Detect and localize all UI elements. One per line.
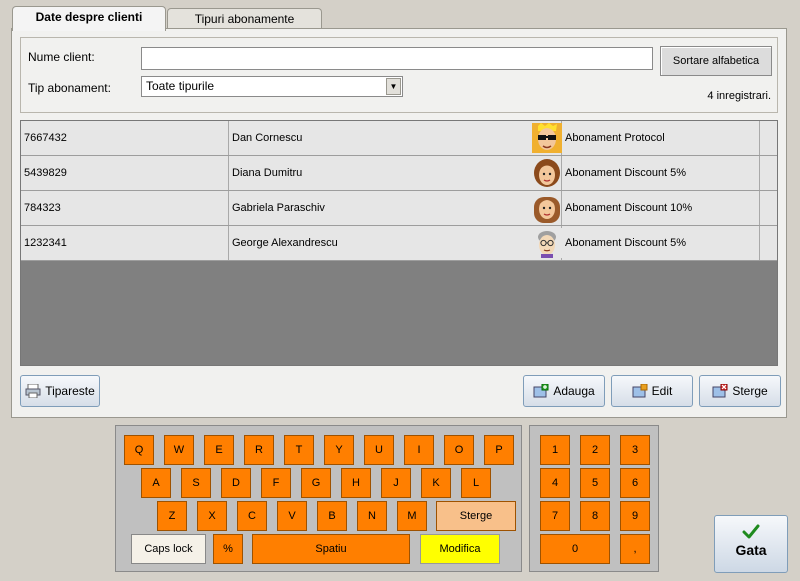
backspace-key[interactable]: Sterge: [436, 501, 516, 531]
client-id: 784323: [21, 191, 229, 225]
key-percent[interactable]: %: [213, 534, 243, 564]
key-k[interactable]: K: [421, 468, 451, 498]
key-j[interactable]: J: [381, 468, 411, 498]
key-6[interactable]: 6: [620, 468, 650, 498]
table-row[interactable]: 7667432 Dan Cornescu Abonament Protocol: [21, 121, 777, 156]
edit-record-icon: [632, 384, 648, 398]
edit-button-label: Edit: [651, 384, 673, 398]
avatar-woman-icon: [534, 159, 560, 187]
delete-button[interactable]: Sterge: [699, 375, 781, 407]
key-q[interactable]: Q: [124, 435, 154, 465]
table-cell-extra: [760, 191, 777, 225]
key-c[interactable]: C: [237, 501, 267, 531]
printer-icon: [25, 384, 41, 398]
tab-subscription-types[interactable]: Tipuri abonamente: [167, 8, 322, 30]
key-0[interactable]: 0: [540, 534, 610, 564]
key-h[interactable]: H: [341, 468, 371, 498]
caps-lock-key[interactable]: Caps lock: [131, 534, 206, 564]
client-panel: Nume client: Tip abonament: Toate tipuri…: [11, 28, 787, 418]
on-screen-keyboard: Q W E R T Y U I O P A S D F G H J K L Z …: [115, 425, 522, 572]
done-button[interactable]: Gata: [714, 515, 788, 573]
table-cell-extra: [760, 156, 777, 190]
key-g[interactable]: G: [301, 468, 331, 498]
client-name-input[interactable]: [141, 47, 653, 70]
avatar-sunglasses-icon: [532, 123, 562, 153]
key-e[interactable]: E: [204, 435, 234, 465]
key-o[interactable]: O: [444, 435, 474, 465]
key-9[interactable]: 9: [620, 501, 650, 531]
delete-record-icon: [712, 384, 728, 398]
key-s[interactable]: S: [181, 468, 211, 498]
key-b[interactable]: B: [317, 501, 347, 531]
delete-button-label: Sterge: [732, 384, 768, 398]
modify-key[interactable]: Modifica: [420, 534, 500, 564]
key-z[interactable]: Z: [157, 501, 187, 531]
key-x[interactable]: X: [197, 501, 227, 531]
key-l[interactable]: L: [461, 468, 491, 498]
avatar-elderly-man-icon: [532, 228, 562, 258]
avatar-woman-long-hair-icon: [534, 197, 560, 223]
key-u[interactable]: U: [364, 435, 394, 465]
client-subscription: Abonament Discount 5%: [562, 226, 760, 260]
client-subscription: Abonament Protocol: [562, 121, 760, 155]
add-button[interactable]: Adauga: [523, 375, 605, 407]
edit-button[interactable]: Edit: [611, 375, 693, 407]
key-3[interactable]: 3: [620, 435, 650, 465]
numeric-keypad: 1 2 3 4 5 6 7 8 9 0 ,: [529, 425, 659, 572]
key-5[interactable]: 5: [580, 468, 610, 498]
key-7[interactable]: 7: [540, 501, 570, 531]
chevron-down-icon[interactable]: ▼: [386, 78, 401, 95]
subscription-type-select[interactable]: Toate tipurile ▼: [141, 76, 403, 97]
key-p[interactable]: P: [484, 435, 514, 465]
table-row[interactable]: 784323 Gabriela Paraschiv Abonament Disc…: [21, 191, 777, 226]
client-name: Diana Dumitru: [229, 156, 562, 190]
subscription-type-label: Tip abonament:: [28, 81, 111, 95]
key-1[interactable]: 1: [540, 435, 570, 465]
client-name: Dan Cornescu: [229, 121, 562, 155]
clients-table[interactable]: 7667432 Dan Cornescu Abonament Protocol …: [20, 120, 778, 366]
client-subscription: Abonament Discount 10%: [562, 191, 760, 225]
table-row[interactable]: 5439829 Diana Dumitru Abonament Discount…: [21, 156, 777, 191]
checkmark-icon: [742, 524, 760, 539]
table-row[interactable]: 1232341 George Alexandrescu Abonament Di…: [21, 226, 777, 261]
client-name-label: Nume client:: [28, 50, 95, 64]
key-y[interactable]: Y: [324, 435, 354, 465]
tab-client-data[interactable]: Date despre clienti: [12, 6, 166, 31]
sort-alphabetical-button[interactable]: Sortare alfabetica: [660, 46, 772, 76]
key-comma[interactable]: ,: [620, 534, 650, 564]
key-8[interactable]: 8: [580, 501, 610, 531]
key-n[interactable]: N: [357, 501, 387, 531]
done-button-label: Gata: [735, 542, 767, 558]
space-key[interactable]: Spatiu: [252, 534, 410, 564]
client-id: 5439829: [21, 156, 229, 190]
add-record-icon: [533, 384, 549, 398]
print-button-label: Tipareste: [45, 384, 95, 398]
print-button[interactable]: Tipareste: [20, 375, 100, 407]
key-v[interactable]: V: [277, 501, 307, 531]
key-d[interactable]: D: [221, 468, 251, 498]
key-t[interactable]: T: [284, 435, 314, 465]
record-count: 4 inregistrari.: [707, 90, 771, 102]
client-name: Gabriela Paraschiv: [229, 191, 562, 225]
client-id: 7667432: [21, 121, 229, 155]
key-a[interactable]: A: [141, 468, 171, 498]
key-r[interactable]: R: [244, 435, 274, 465]
client-id: 1232341: [21, 226, 229, 260]
table-cell-extra: [760, 121, 777, 155]
key-4[interactable]: 4: [540, 468, 570, 498]
client-subscription: Abonament Discount 5%: [562, 156, 760, 190]
filter-area: Nume client: Tip abonament: Toate tipuri…: [20, 37, 778, 113]
key-i[interactable]: I: [404, 435, 434, 465]
key-m[interactable]: M: [397, 501, 427, 531]
key-w[interactable]: W: [164, 435, 194, 465]
client-name: George Alexandrescu: [229, 226, 562, 260]
key-2[interactable]: 2: [580, 435, 610, 465]
key-f[interactable]: F: [261, 468, 291, 498]
table-cell-extra: [760, 226, 777, 260]
subscription-type-value: Toate tipurile: [146, 79, 215, 93]
add-button-label: Adauga: [553, 384, 595, 398]
